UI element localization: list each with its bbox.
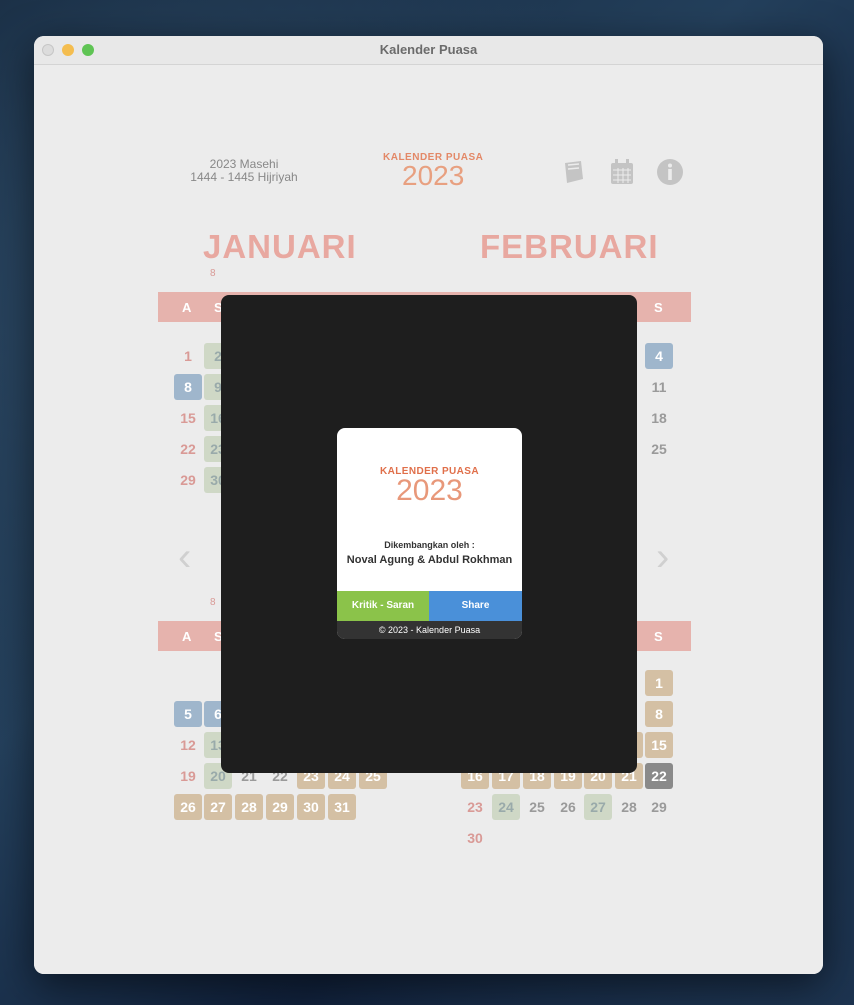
day-cell[interactable]: 27 [584, 794, 612, 820]
day-cell[interactable]: 22 [174, 436, 202, 462]
day-cell[interactable]: 29 [266, 794, 294, 820]
day-cell[interactable]: 8 [174, 374, 202, 400]
dialog-footer: © 2023 - Kalender Puasa [337, 621, 522, 639]
prev-month-arrow[interactable]: ‹ [178, 535, 191, 580]
feedback-button[interactable]: Kritik - Saran [337, 591, 429, 621]
app-window: Kalender Puasa 2023 Masehi 1444 - 1445 H… [34, 36, 823, 974]
dialog-logo: KALENDER PUASA 2023 [337, 466, 522, 507]
modal-overlay: KALENDER PUASA 2023 Dikembangkan oleh : … [221, 295, 637, 773]
month-title-february: FEBRUARI [480, 228, 659, 265]
day-cell[interactable]: 8 [645, 701, 673, 727]
window-title: Kalender Puasa [379, 42, 478, 57]
day-cell[interactable]: 19 [174, 763, 202, 789]
title-bar: Kalender Puasa [34, 36, 823, 65]
day-cell[interactable]: 15 [174, 405, 202, 431]
developed-by-label: Dikembangkan oleh : [384, 540, 475, 550]
day-header-sabtu: S [654, 300, 663, 315]
day-header-sabtu: S [654, 629, 663, 644]
day-cell[interactable]: 5 [174, 701, 202, 727]
main-content: 2023 Masehi 1444 - 1445 Hijriyah KALENDE… [34, 65, 823, 974]
day-cell[interactable]: 25 [645, 436, 673, 462]
day-cell[interactable]: 25 [523, 794, 551, 820]
day-cell[interactable]: 28 [235, 794, 263, 820]
day-cell[interactable]: 27 [204, 794, 232, 820]
day-cell[interactable]: 1 [645, 670, 673, 696]
book-icon[interactable] [559, 157, 589, 187]
top-toolbar [559, 157, 685, 187]
developer-names: Noval Agung & Abdul Rokhman [346, 554, 513, 566]
next-month-arrow[interactable]: › [656, 535, 669, 580]
about-dialog: KALENDER PUASA 2023 Dikembangkan oleh : … [337, 428, 522, 639]
traffic-lights [42, 44, 94, 56]
dialog-logo-year: 2023 [396, 474, 463, 507]
hijriyah-year: 1444 - 1445 Hijriyah [190, 170, 298, 184]
app-logo: KALENDER PUASA 2023 [383, 152, 483, 191]
day-cell[interactable]: 22 [645, 763, 673, 789]
day-cell[interactable]: 24 [492, 794, 520, 820]
day-cell[interactable]: 26 [174, 794, 202, 820]
day-cell[interactable]: 29 [645, 794, 673, 820]
info-icon[interactable] [655, 157, 685, 187]
logo-year: 2023 [402, 160, 465, 191]
close-button[interactable] [42, 44, 54, 56]
month-title-january: JANUARI [203, 228, 357, 265]
calendar-icon[interactable] [607, 157, 637, 187]
day-cell[interactable]: 11 [645, 374, 673, 400]
share-button[interactable]: Share [429, 591, 522, 621]
day-cell[interactable]: 15 [645, 732, 673, 758]
day-cell[interactable]: 29 [174, 467, 202, 493]
hijri-marker: 8 [210, 268, 216, 279]
day-cell[interactable]: 30 [297, 794, 325, 820]
day-cell[interactable]: 31 [328, 794, 356, 820]
day-cell[interactable]: 28 [615, 794, 643, 820]
maximize-button[interactable] [82, 44, 94, 56]
hijri-marker: 8 [210, 597, 216, 608]
day-cell[interactable]: 30 [461, 825, 489, 851]
year-info: 2023 Masehi 1444 - 1445 Hijriyah [174, 158, 314, 184]
day-cell[interactable]: 12 [174, 732, 202, 758]
day-cell[interactable]: 23 [461, 794, 489, 820]
day-header-ahad: A [182, 629, 192, 644]
minimize-button[interactable] [62, 44, 74, 56]
day-cell[interactable]: 1 [174, 343, 202, 369]
day-cell[interactable]: 26 [554, 794, 582, 820]
day-cell[interactable]: 18 [645, 405, 673, 431]
day-header-ahad: A [182, 300, 192, 315]
day-cell[interactable]: 4 [645, 343, 673, 369]
